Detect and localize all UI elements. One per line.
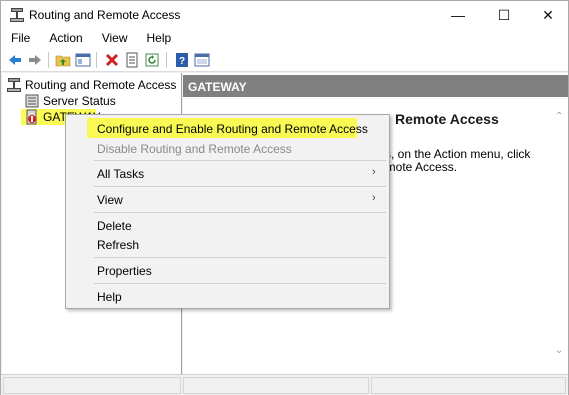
up-folder-icon[interactable] — [55, 52, 71, 68]
help-icon[interactable]: ? — [174, 52, 190, 68]
tree-item-root[interactable]: Routing and Remote Access — [6, 77, 176, 93]
menu-file[interactable]: File — [1, 29, 39, 48]
maximize-button[interactable]: ☐ — [481, 1, 527, 29]
toolbar-separator — [166, 52, 167, 68]
vertical-scrollbar[interactable]: ⌃ ⌄ — [551, 97, 568, 374]
close-button[interactable]: ✕ — [525, 1, 569, 29]
menu-separator — [94, 283, 386, 284]
menu-delete[interactable]: Delete — [97, 219, 132, 233]
menu-view[interactable]: View — [97, 193, 123, 207]
properties-icon[interactable] — [124, 52, 140, 68]
menu-separator — [94, 160, 386, 161]
window-title: Routing and Remote Access — [29, 8, 181, 22]
menu-help[interactable]: Help — [137, 29, 181, 48]
menu-configure-enable[interactable]: Configure and Enable Routing and Remote … — [97, 122, 368, 136]
app-window: Routing and Remote Access — ☐ ✕ File Act… — [0, 0, 569, 395]
forward-arrow-icon[interactable] — [27, 52, 43, 68]
close-icon: ✕ — [542, 6, 554, 23]
menu-all-tasks[interactable]: All Tasks — [97, 167, 144, 181]
menu-bar: File Action View Help — [1, 29, 568, 48]
menu-disable-routing: Disable Routing and Remote Access — [97, 142, 292, 156]
scroll-up-icon[interactable]: ⌃ — [555, 111, 563, 122]
details-body-line2: emote Access. — [379, 160, 458, 174]
back-arrow-icon[interactable] — [7, 52, 23, 68]
menu-separator — [94, 257, 386, 258]
submenu-arrow-icon: › — [372, 192, 376, 204]
status-bar — [1, 374, 568, 395]
context-menu: Configure and Enable Routing and Remote … — [65, 114, 390, 309]
tree-item-server-status-label: Server Status — [43, 94, 116, 108]
server-down-icon — [24, 109, 40, 125]
menu-action[interactable]: Action — [39, 29, 91, 48]
status-segment — [183, 377, 369, 394]
menu-separator — [94, 212, 386, 213]
status-segment — [3, 377, 181, 394]
status-segment — [371, 377, 566, 394]
refresh-icon[interactable] — [144, 52, 160, 68]
submenu-arrow-icon: › — [372, 166, 376, 178]
maximize-icon: ☐ — [497, 6, 511, 23]
svg-text:?: ? — [179, 56, 185, 67]
menu-properties[interactable]: Properties — [97, 264, 152, 278]
routing-app-icon — [9, 7, 25, 23]
minimize-button[interactable]: — — [435, 1, 481, 29]
toolbar: ? — [1, 48, 568, 72]
toolbar-separator — [96, 52, 97, 68]
console-tree-icon[interactable] — [194, 52, 210, 68]
details-header: GATEWAY — [183, 75, 568, 97]
tree-item-server-status[interactable]: Server Status — [24, 93, 116, 109]
details-body: ss, on the Action menu, click emote Acce… — [379, 148, 549, 174]
menu-help[interactable]: Help — [97, 290, 122, 304]
tree-item-root-label: Routing and Remote Access — [25, 78, 177, 92]
menu-refresh[interactable]: Refresh — [97, 238, 139, 252]
menu-separator — [94, 186, 386, 187]
toolbar-separator — [48, 52, 49, 68]
menu-view[interactable]: View — [92, 29, 137, 48]
server-status-icon — [24, 93, 40, 109]
routing-server-icon — [6, 77, 22, 93]
show-hide-tree-icon[interactable] — [75, 52, 91, 68]
scroll-down-icon[interactable]: ⌄ — [555, 345, 563, 356]
details-heading: Remote Access — [395, 111, 499, 127]
title-bar: Routing and Remote Access — ☐ ✕ — [1, 1, 568, 29]
delete-icon[interactable] — [104, 52, 120, 68]
minimize-icon: — — [451, 7, 465, 23]
